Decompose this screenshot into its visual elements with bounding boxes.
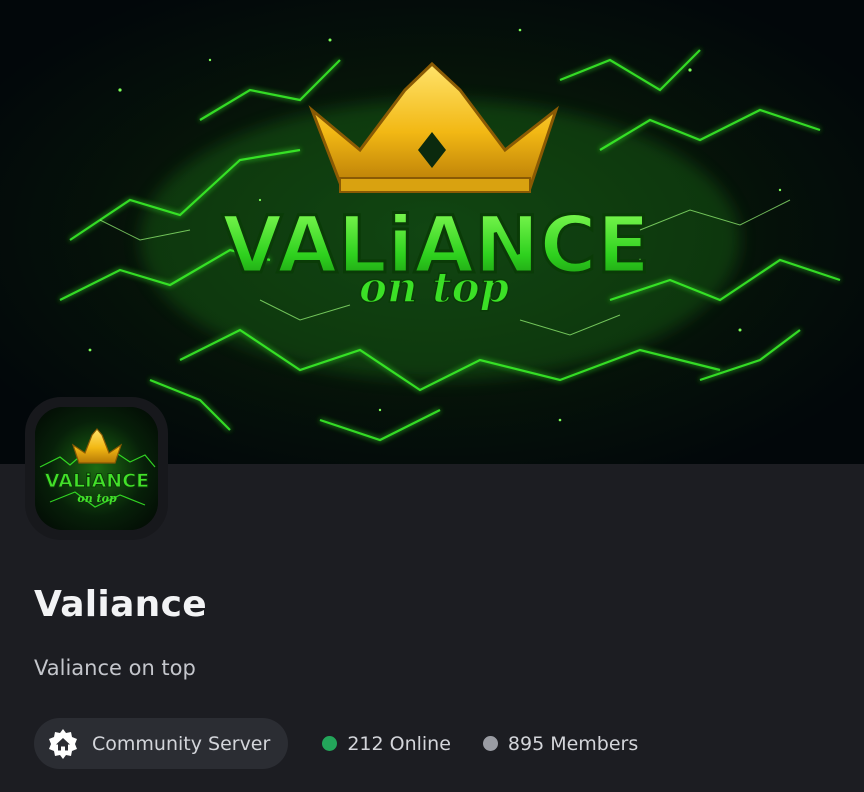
home-icon [46, 727, 80, 761]
community-server-label: Community Server [92, 732, 271, 755]
online-count: 212 Online [322, 733, 451, 755]
avatar-logo-subtitle: on top [77, 492, 117, 505]
server-description: Valiance on top [34, 656, 196, 680]
server-avatar-frame: VALiANCE on top [25, 397, 168, 540]
community-server-badge[interactable]: Community Server [34, 718, 289, 769]
server-stats-row: Community Server 212 Online 895 Members [34, 718, 638, 769]
member-count-label: 895 Members [507, 732, 639, 755]
online-status-dot [322, 736, 338, 751]
server-avatar[interactable]: VALiANCE on top [35, 407, 158, 530]
member-count: 895 Members [482, 732, 639, 755]
online-count-label: 212 Online [347, 732, 451, 755]
server-name: Valiance [34, 584, 207, 625]
banner-artwork: VALiANCE on top [0, 0, 864, 464]
avatar-logo-title: VALiANCE [45, 470, 149, 492]
server-banner: VALiANCE on top [0, 0, 864, 464]
banner-logo-subtitle: on top [359, 263, 509, 312]
members-status-dot [482, 736, 498, 751]
server-profile-card: VALiANCE on top VALiANCE on top Valiance… [0, 0, 864, 792]
